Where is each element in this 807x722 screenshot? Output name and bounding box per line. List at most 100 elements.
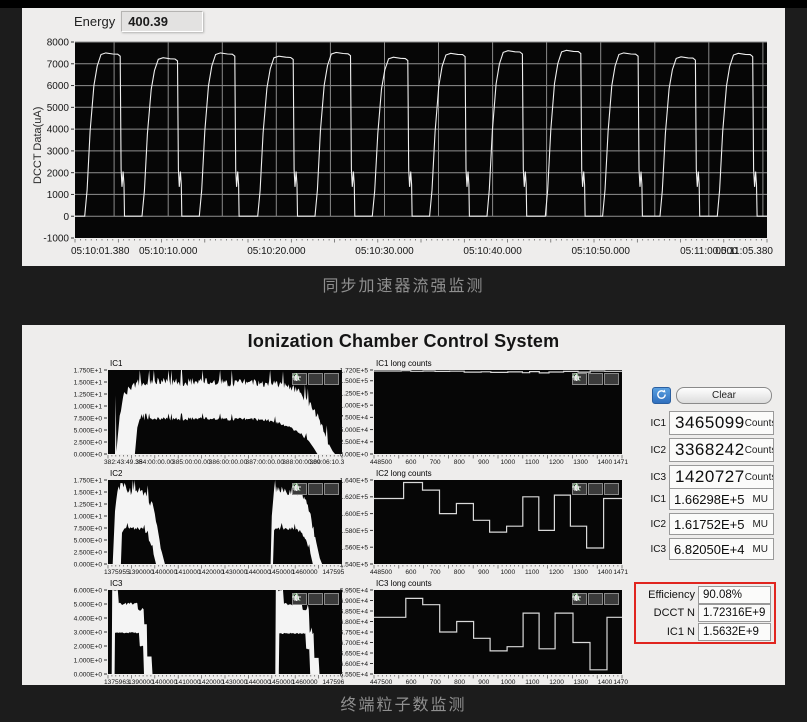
svg-text:05:11:05.380: 05:11:05.380 xyxy=(715,246,773,257)
ic1-counts-label: IC1 xyxy=(646,418,666,429)
svg-text:-1000: -1000 xyxy=(43,234,69,245)
ic2-counts-field: 3368242 Counts xyxy=(669,438,774,462)
ic1-mu-value: 1.66298E+5 xyxy=(670,492,744,507)
ic2-counts-row: IC2 3368242 Counts xyxy=(646,438,774,462)
graph-palette xyxy=(572,483,619,495)
efficiency-highlight-box: Efficiency 90.08% DCCT N 1.72316E+9 IC1 … xyxy=(634,582,776,644)
pan-icon[interactable] xyxy=(324,483,339,495)
svg-text:448: 448 xyxy=(370,569,381,576)
svg-text:1.500E+1: 1.500E+1 xyxy=(74,379,103,386)
zoom-icon[interactable] xyxy=(588,483,603,495)
zoom-icon[interactable] xyxy=(588,373,603,385)
graph-palette xyxy=(572,373,619,385)
svg-text:1.000E+0: 1.000E+0 xyxy=(74,657,103,664)
refresh-button[interactable] xyxy=(652,387,671,404)
svg-text:800: 800 xyxy=(454,679,465,686)
svg-text:6.700E+4: 6.700E+4 xyxy=(340,640,369,647)
top-black-bar xyxy=(0,0,807,8)
svg-text:1000: 1000 xyxy=(500,459,515,466)
svg-text:5.000E+0: 5.000E+0 xyxy=(74,427,103,434)
svg-text:1.500E+1: 1.500E+1 xyxy=(74,489,103,496)
ic3-counts-label: IC3 xyxy=(646,472,666,483)
svg-text:1200: 1200 xyxy=(549,569,564,576)
svg-text:386:00:00.00: 386:00:00.00 xyxy=(209,459,248,466)
svg-text:1.600E+5: 1.600E+5 xyxy=(340,511,369,518)
zoom-icon[interactable] xyxy=(308,373,323,385)
pan-icon[interactable] xyxy=(324,593,339,605)
svg-text:1470: 1470 xyxy=(613,679,628,686)
svg-text:700: 700 xyxy=(430,569,441,576)
ic2-counts-label: IC2 xyxy=(646,445,666,456)
graph-palette xyxy=(572,593,619,605)
svg-text:1471: 1471 xyxy=(613,569,628,576)
caption-terminal: 终端粒子数监测 xyxy=(0,691,807,715)
ic1-n-field: 1.5632E+9 xyxy=(698,623,771,641)
ic3-mu-unit: MU xyxy=(752,544,773,555)
svg-text:1410000: 1410000 xyxy=(175,679,201,686)
svg-text:900: 900 xyxy=(478,459,489,466)
svg-text:2.500E+4: 2.500E+4 xyxy=(340,439,369,446)
svg-text:1400: 1400 xyxy=(597,459,612,466)
graph-palette xyxy=(292,593,339,605)
synchrotron-panel: Energy 400.39 DCCT Data(uA) 800070006000… xyxy=(22,8,785,266)
ic1-n-label: IC1 N xyxy=(639,626,695,638)
svg-text:2.500E+0: 2.500E+0 xyxy=(74,439,103,446)
ic2-mu-label: IC2 xyxy=(646,519,666,530)
ic3-chart-title: IC3 xyxy=(110,579,122,588)
svg-text:1420000: 1420000 xyxy=(198,569,224,576)
zoom-icon[interactable] xyxy=(308,483,323,495)
ic1-mu-unit: MU xyxy=(752,494,773,505)
svg-text:447: 447 xyxy=(370,679,381,686)
clear-controls: Clear xyxy=(652,387,772,404)
pan-icon[interactable] xyxy=(604,483,619,495)
svg-text:1.580E+5: 1.580E+5 xyxy=(340,528,369,535)
svg-text:05:10:40.000: 05:10:40.000 xyxy=(463,246,522,257)
energy-value: 400.39 xyxy=(121,11,203,32)
svg-text:700: 700 xyxy=(430,679,441,686)
ic1-chart-title: IC1 xyxy=(110,359,122,368)
ic2-long-counts-chart: IC2 long counts 1.640E+51.620E+51.600E+5… xyxy=(330,469,630,577)
svg-text:1375963: 1375963 xyxy=(104,679,130,686)
svg-text:1.000E+1: 1.000E+1 xyxy=(74,513,103,520)
svg-text:1410000: 1410000 xyxy=(175,569,201,576)
pan-icon[interactable] xyxy=(604,373,619,385)
pan-icon[interactable] xyxy=(324,373,339,385)
ic1-long-counts-chart: IC1 long counts 1.720E+51.500E+51.250E+5… xyxy=(330,359,630,467)
svg-text:0.000E+0: 0.000E+0 xyxy=(74,561,103,568)
svg-text:1.500E+5: 1.500E+5 xyxy=(340,378,369,385)
svg-text:05:10:30.000: 05:10:30.000 xyxy=(355,246,414,257)
counts-readouts: IC1 3465099 Counts IC2 3368242 Counts IC… xyxy=(646,411,774,492)
svg-text:1000: 1000 xyxy=(501,679,516,686)
svg-text:1430000: 1430000 xyxy=(222,569,248,576)
caption-synchrotron: 同步加速器流强监测 xyxy=(0,272,807,296)
svg-text:1100: 1100 xyxy=(525,569,540,576)
svg-text:1.750E+1: 1.750E+1 xyxy=(74,477,103,484)
svg-text:1000: 1000 xyxy=(47,190,70,201)
zoom-icon[interactable] xyxy=(588,593,603,605)
dcct-n-label: DCCT N xyxy=(639,607,695,619)
efficiency-field: 90.08% xyxy=(698,586,771,604)
svg-text:1420000: 1420000 xyxy=(198,679,224,686)
ic1-chart: IC1 1.750E+11.500E+11.250E+11.000E+17.50… xyxy=(52,359,344,467)
svg-text:1390000: 1390000 xyxy=(128,569,154,576)
svg-text:1300: 1300 xyxy=(573,569,588,576)
svg-text:6.550E+4: 6.550E+4 xyxy=(340,671,369,678)
ic3-mu-row: IC3 6.82050E+4 MU xyxy=(646,538,774,560)
ic2-long-counts-title: IC2 long counts xyxy=(376,469,432,478)
pan-icon[interactable] xyxy=(604,593,619,605)
svg-text:385:00:00.00: 385:00:00.00 xyxy=(172,459,211,466)
zoom-icon[interactable] xyxy=(308,593,323,605)
svg-text:6.000E+0: 6.000E+0 xyxy=(74,587,103,594)
refresh-icon xyxy=(656,388,667,403)
clear-button[interactable]: Clear xyxy=(676,387,772,404)
svg-text:2.500E+0: 2.500E+0 xyxy=(74,549,103,556)
ic3-counts-unit: Counts xyxy=(745,472,774,483)
svg-text:700: 700 xyxy=(430,459,441,466)
ic3-chart: IC3 6.000E+05.000E+04.000E+03.000E+02.00… xyxy=(52,579,344,687)
svg-text:0.000E+0: 0.000E+0 xyxy=(74,671,103,678)
ionization-panel: Ionization Chamber Control System IC1 1.… xyxy=(22,325,785,685)
svg-text:1450000: 1450000 xyxy=(268,679,294,686)
ic3-long-counts-chart: IC3 long counts 6.950E+46.900E+46.850E+4… xyxy=(330,579,630,687)
svg-text:1300: 1300 xyxy=(573,679,588,686)
svg-text:3000: 3000 xyxy=(47,146,70,157)
